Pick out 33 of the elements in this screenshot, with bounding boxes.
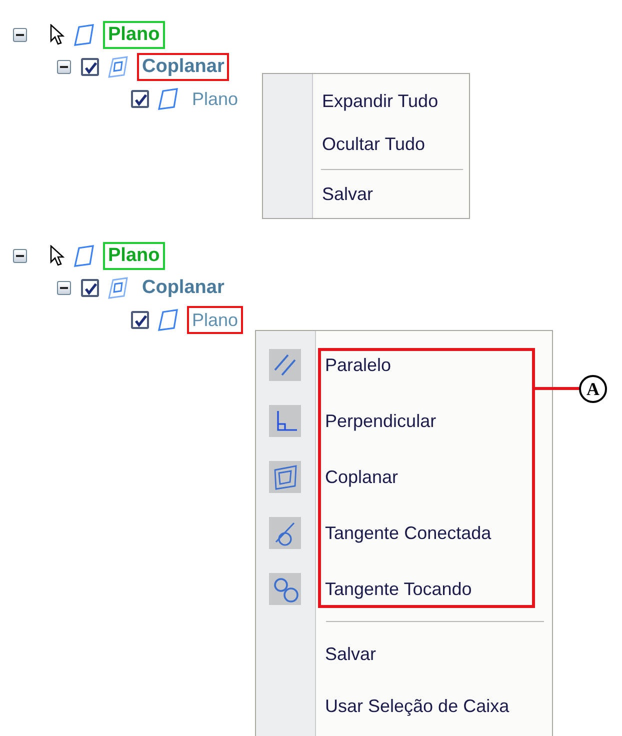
tree-node-label[interactable]: Coplanar bbox=[137, 53, 230, 81]
menu-item[interactable]: Ocultar Tudo bbox=[322, 131, 426, 158]
menu-item[interactable]: Usar Seleção de Caixa bbox=[325, 692, 510, 720]
plane-icon bbox=[73, 245, 95, 267]
nested-squares-icon bbox=[107, 56, 129, 78]
callout-label: A bbox=[579, 375, 607, 403]
checkbox[interactable] bbox=[131, 90, 149, 108]
menu-item[interactable]: Paralelo bbox=[325, 352, 392, 378]
collapse-toggle[interactable] bbox=[13, 28, 27, 42]
collapse-toggle[interactable] bbox=[57, 281, 71, 295]
collapse-toggle[interactable] bbox=[57, 60, 71, 74]
checkbox[interactable] bbox=[81, 58, 99, 76]
check-icon bbox=[84, 60, 96, 74]
menu-item[interactable]: Salvar bbox=[322, 181, 374, 208]
menu-item[interactable]: Tangente Tocando bbox=[325, 576, 472, 602]
plane-icon bbox=[157, 309, 179, 331]
pointer-icon bbox=[49, 24, 65, 46]
collapse-toggle[interactable] bbox=[13, 249, 27, 263]
check-icon bbox=[84, 282, 96, 294]
menu-item[interactable]: Salvar bbox=[325, 640, 376, 668]
checkbox[interactable] bbox=[81, 279, 99, 297]
menu-item[interactable]: Perpendicular bbox=[325, 408, 436, 434]
check-icon bbox=[134, 314, 146, 326]
tree-node-label[interactable]: Coplanar bbox=[137, 274, 230, 302]
plane-icon bbox=[73, 24, 95, 46]
check-icon bbox=[134, 92, 146, 106]
pointer-icon bbox=[49, 245, 65, 267]
nested-squares-icon bbox=[107, 277, 129, 299]
menu-item[interactable]: Tangente Conectada bbox=[325, 520, 492, 546]
checkbox[interactable] bbox=[131, 311, 149, 329]
plane-icon bbox=[157, 88, 179, 110]
menu-item[interactable]: Coplanar bbox=[325, 464, 398, 490]
menu-item[interactable]: Expandir Tudo bbox=[322, 88, 438, 115]
